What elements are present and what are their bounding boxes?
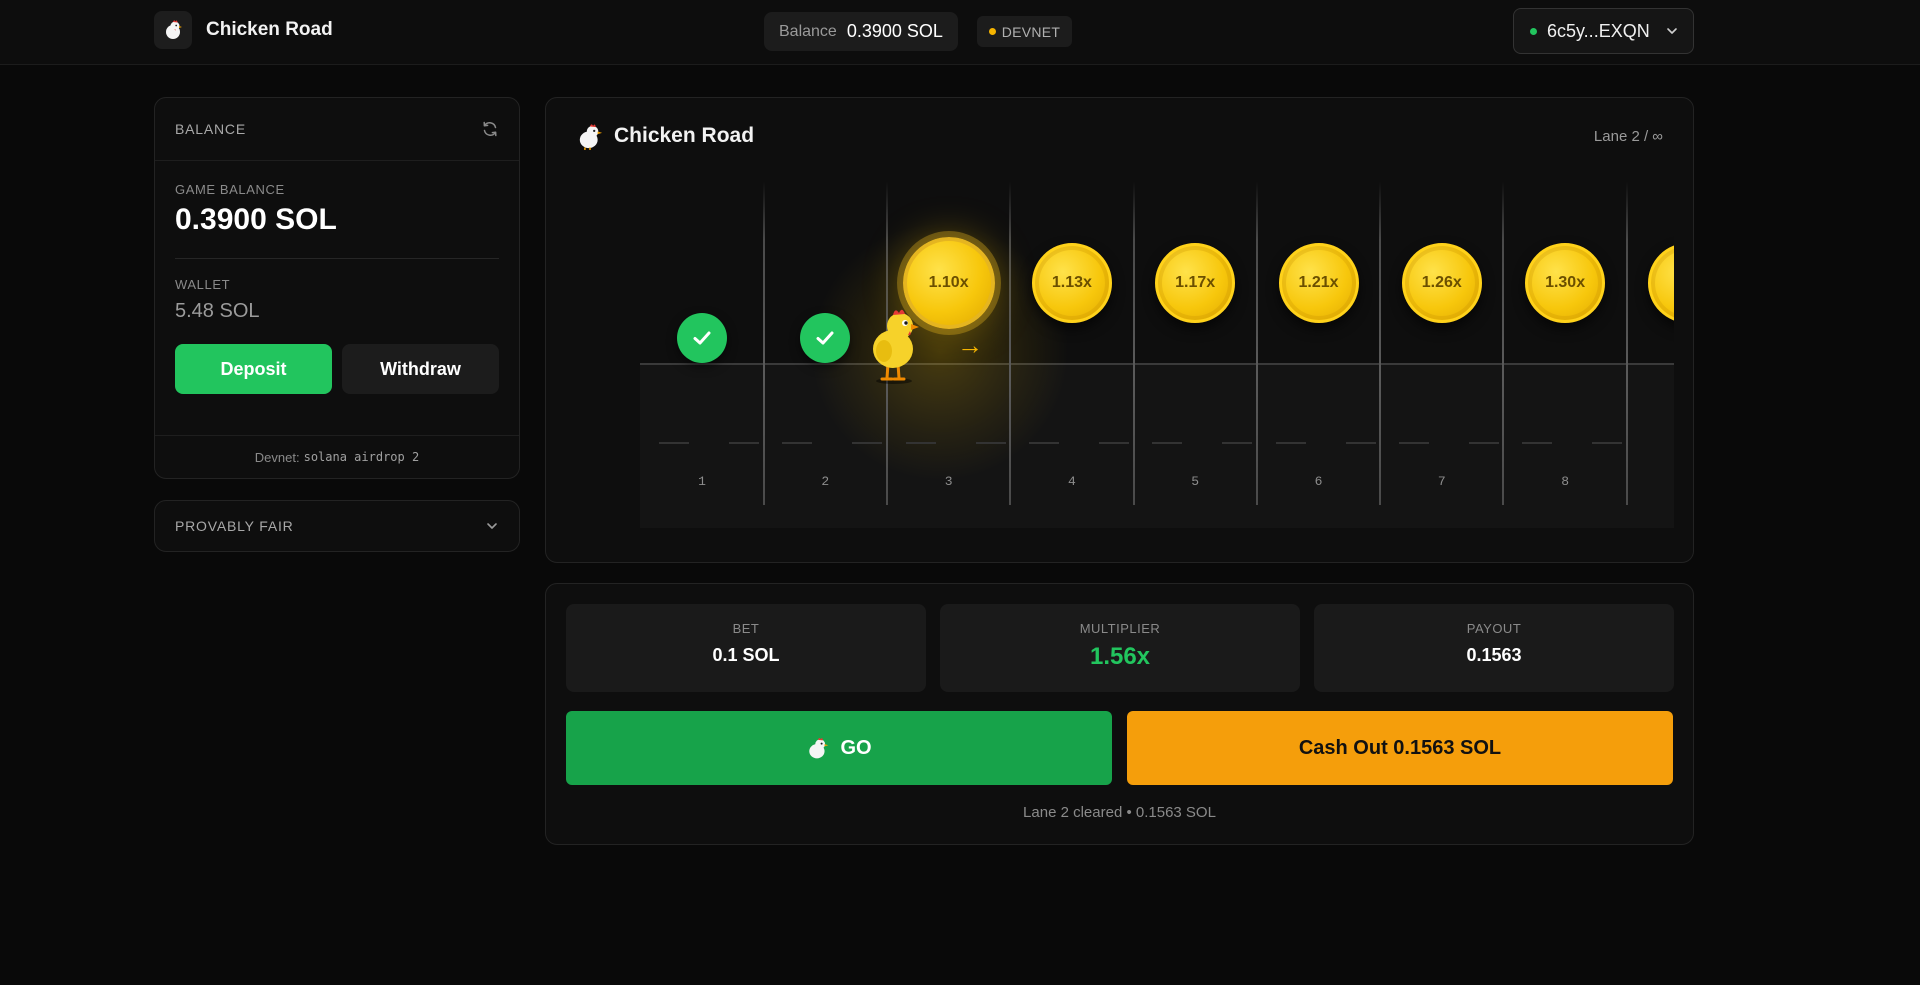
header-balance-value: 0.3900 SOL xyxy=(846,21,943,41)
balance-panel-header: BALANCE xyxy=(155,98,519,161)
road-dash xyxy=(975,442,1006,444)
game-balance-label: GAME BALANCE xyxy=(175,182,285,197)
road-dash xyxy=(1398,442,1429,444)
road-dash xyxy=(1222,442,1253,444)
withdraw-button[interactable]: Withdraw xyxy=(342,344,499,394)
airdrop-command: solana airdrop 2 xyxy=(303,450,420,464)
road-surface xyxy=(640,364,1674,528)
lane-divider xyxy=(1626,182,1628,505)
road-dash xyxy=(905,442,936,444)
brand[interactable]: Chicken Road xyxy=(154,11,333,49)
lane-number: 6 xyxy=(1314,474,1323,489)
road-dash xyxy=(1522,442,1553,444)
multiplier-label: MULTIPLIER xyxy=(1079,621,1161,636)
wallet-label: WALLET xyxy=(175,277,231,292)
payout-stat: PAYOUT 0.1563 xyxy=(1314,604,1674,692)
road-dash xyxy=(1152,442,1183,444)
chevron-down-icon xyxy=(1667,28,1677,34)
chevron-down-icon xyxy=(487,523,497,529)
road-dash xyxy=(1468,442,1499,444)
wallet-balance-value: 5.48 SOL xyxy=(175,300,260,322)
multiplier-stat: MULTIPLIER 1.56x xyxy=(940,604,1300,692)
header-balance: Balance 0.3900 SOL xyxy=(764,12,958,51)
lane-number: 8 xyxy=(1561,474,1569,489)
deposit-button[interactable]: Deposit xyxy=(175,344,332,394)
lane-cleared-check-icon xyxy=(800,313,851,363)
wallet-button[interactable]: 6c5y...EXQN xyxy=(1513,8,1694,54)
network-label: DEVNET xyxy=(1001,23,1061,40)
bet-stat: BET 0.1 SOL xyxy=(566,604,926,692)
lane-number: 7 xyxy=(1437,474,1446,489)
payout-value: 0.1563 xyxy=(1466,645,1522,665)
lane-number: 2 xyxy=(821,474,830,489)
game-balance-value: 0.3900 SOL xyxy=(175,203,337,236)
road-dash xyxy=(729,442,759,444)
connected-dot-icon xyxy=(1530,27,1537,35)
divider xyxy=(175,258,499,259)
game-title: Chicken Road xyxy=(614,124,755,147)
chicken-icon xyxy=(154,11,192,49)
lane-divider xyxy=(763,182,765,505)
status-message: Lane 2 cleared • 0.1563 SOL xyxy=(1023,804,1216,821)
multiplier-coin[interactable]: 1.17x xyxy=(1155,243,1236,323)
bet-panel: BET 0.1 SOL MULTIPLIER 1.56x PAYOUT 0.15… xyxy=(545,583,1694,845)
road-dash xyxy=(852,442,883,444)
road-board[interactable]: 123456781.10x1.13x1.17x1.21x1.26x1.30x1 … xyxy=(640,182,1674,528)
road-dash xyxy=(1098,442,1129,444)
road-dash xyxy=(1345,442,1376,444)
multiplier-coin[interactable]: 1.30x xyxy=(1525,243,1606,323)
multiplier-coin[interactable]: 1.26x xyxy=(1401,243,1482,323)
bet-label: BET xyxy=(732,621,760,636)
bet-value: 0.1 SOL xyxy=(712,645,780,665)
lane-number: 5 xyxy=(1191,474,1200,489)
lane-divider xyxy=(1009,182,1011,505)
cash-out-label: Cash Out 0.1563 SOL xyxy=(1298,736,1502,759)
lane-divider xyxy=(1379,182,1381,505)
multiplier-coin[interactable]: 1.13x xyxy=(1031,243,1112,323)
provably-fair-label: PROVABLY FAIR xyxy=(175,518,294,534)
lane-divider xyxy=(1502,182,1504,505)
devnet-hint: Devnet: solana airdrop 2 xyxy=(155,435,519,478)
lane-divider xyxy=(1133,182,1135,505)
chicken-character-icon xyxy=(873,309,919,384)
chicken-icon xyxy=(579,124,603,150)
payout-label: PAYOUT xyxy=(1466,621,1522,636)
game-panel: Chicken Road Lane 2 / ∞ 1 2 3 4 5 6 7 8 1.10x 1.1… xyxy=(545,97,1694,563)
lane-indicator: Lane 2 / ∞ xyxy=(1593,128,1663,145)
road-dash xyxy=(782,442,813,444)
road-dash xyxy=(659,442,689,444)
lane-divider xyxy=(1256,182,1258,505)
header-balance-label: Balance xyxy=(779,22,837,40)
go-button[interactable]: GO xyxy=(566,711,1112,785)
balance-heading: BALANCE xyxy=(175,121,246,137)
devnet-hint-prefix: Devnet: xyxy=(254,449,300,465)
app-title: Chicken Road xyxy=(206,19,333,40)
wallet-address: 6c5y...EXQN xyxy=(1547,20,1650,41)
lane-number: 3 xyxy=(944,474,953,489)
lane-cleared-check-icon xyxy=(677,313,727,363)
arrow-right-icon: → xyxy=(957,330,983,360)
cash-out-button[interactable]: Cash Out 0.1563 SOL xyxy=(1127,711,1673,785)
multiplier-coin[interactable]: 1.21x xyxy=(1278,243,1359,323)
road-dash xyxy=(1275,442,1306,444)
top-bar: Chicken Road Balance 0.3900 SOL DEVNET 6… xyxy=(0,0,1920,65)
status-dot-icon xyxy=(988,28,996,35)
provably-fair-toggle[interactable]: PROVABLY FAIR xyxy=(154,500,520,552)
game-header: Chicken Road xyxy=(576,122,754,150)
network-badge: DEVNET xyxy=(977,16,1072,47)
chicken-icon xyxy=(809,738,829,759)
road-dash xyxy=(1028,442,1059,444)
balance-panel: BALANCE GAME BALANCE 0.3900 SOL WALLET 5… xyxy=(154,97,520,479)
refresh-icon[interactable] xyxy=(481,120,499,138)
go-label: GO xyxy=(840,736,872,759)
road-dash xyxy=(1592,442,1623,444)
lane-number: 4 xyxy=(1067,474,1076,489)
lane-number: 1 xyxy=(698,474,706,489)
multiplier-coin[interactable]: 1 xyxy=(1648,243,1674,323)
multiplier-value: 1.56x xyxy=(1089,643,1151,670)
road-edge-line xyxy=(640,363,1674,365)
